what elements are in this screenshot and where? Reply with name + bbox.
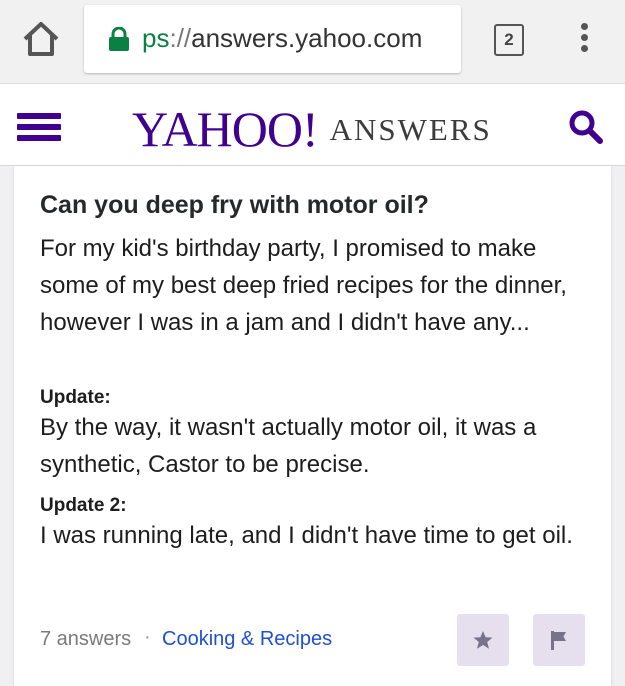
question-card[interactable]: Can you deep fry with motor oil? For my … xyxy=(14,166,611,686)
site-header: YAHOO! ANSWERS xyxy=(0,84,625,166)
tabs-button[interactable]: 2 xyxy=(494,24,524,56)
url-separator: :// xyxy=(169,23,192,53)
update-2-label: Update 2: xyxy=(40,495,127,516)
flag-icon xyxy=(551,631,566,650)
home-icon xyxy=(23,22,59,56)
overflow-menu-button[interactable] xyxy=(572,20,596,60)
url-scheme: ps xyxy=(142,23,170,53)
address-bar[interactable]: ps://answers.yahoo.com xyxy=(84,5,461,73)
question-title[interactable]: Can you deep fry with motor oil? xyxy=(40,188,590,222)
logo-main: YAHOO! xyxy=(132,101,319,157)
update-2-text: I was running late, and I didn't have ti… xyxy=(40,522,573,549)
question-footer: 7 answers · Cooking & Recipes xyxy=(40,614,600,668)
question-body: For my kid's birthday party, I promised … xyxy=(40,235,567,336)
url-text: ps://answers.yahoo.com xyxy=(142,20,422,56)
lock-icon xyxy=(109,27,129,51)
star-icon xyxy=(473,631,493,649)
search-icon xyxy=(569,110,603,144)
answers-count[interactable]: 7 answers xyxy=(40,628,131,651)
home-button[interactable] xyxy=(20,18,62,60)
hamburger-menu-button[interactable] xyxy=(17,113,61,143)
site-logo[interactable]: YAHOO! ANSWERS xyxy=(132,100,492,158)
hamburger-menu-icon xyxy=(17,113,61,119)
browser-toolbar: ps://answers.yahoo.com 2 xyxy=(0,0,625,84)
search-button[interactable] xyxy=(566,108,606,148)
overflow-menu-icon xyxy=(580,23,588,30)
flag-button[interactable] xyxy=(533,614,585,666)
star-button[interactable] xyxy=(457,614,509,666)
url-host: answers.yahoo.com xyxy=(191,23,423,53)
separator-dot: · xyxy=(144,626,151,648)
update-label: Update: xyxy=(40,387,111,408)
category-link[interactable]: Cooking & Recipes xyxy=(162,628,332,651)
update-text: By the way, it wasn't actually motor oil… xyxy=(40,414,537,478)
logo-sub: ANSWERS xyxy=(329,112,492,147)
